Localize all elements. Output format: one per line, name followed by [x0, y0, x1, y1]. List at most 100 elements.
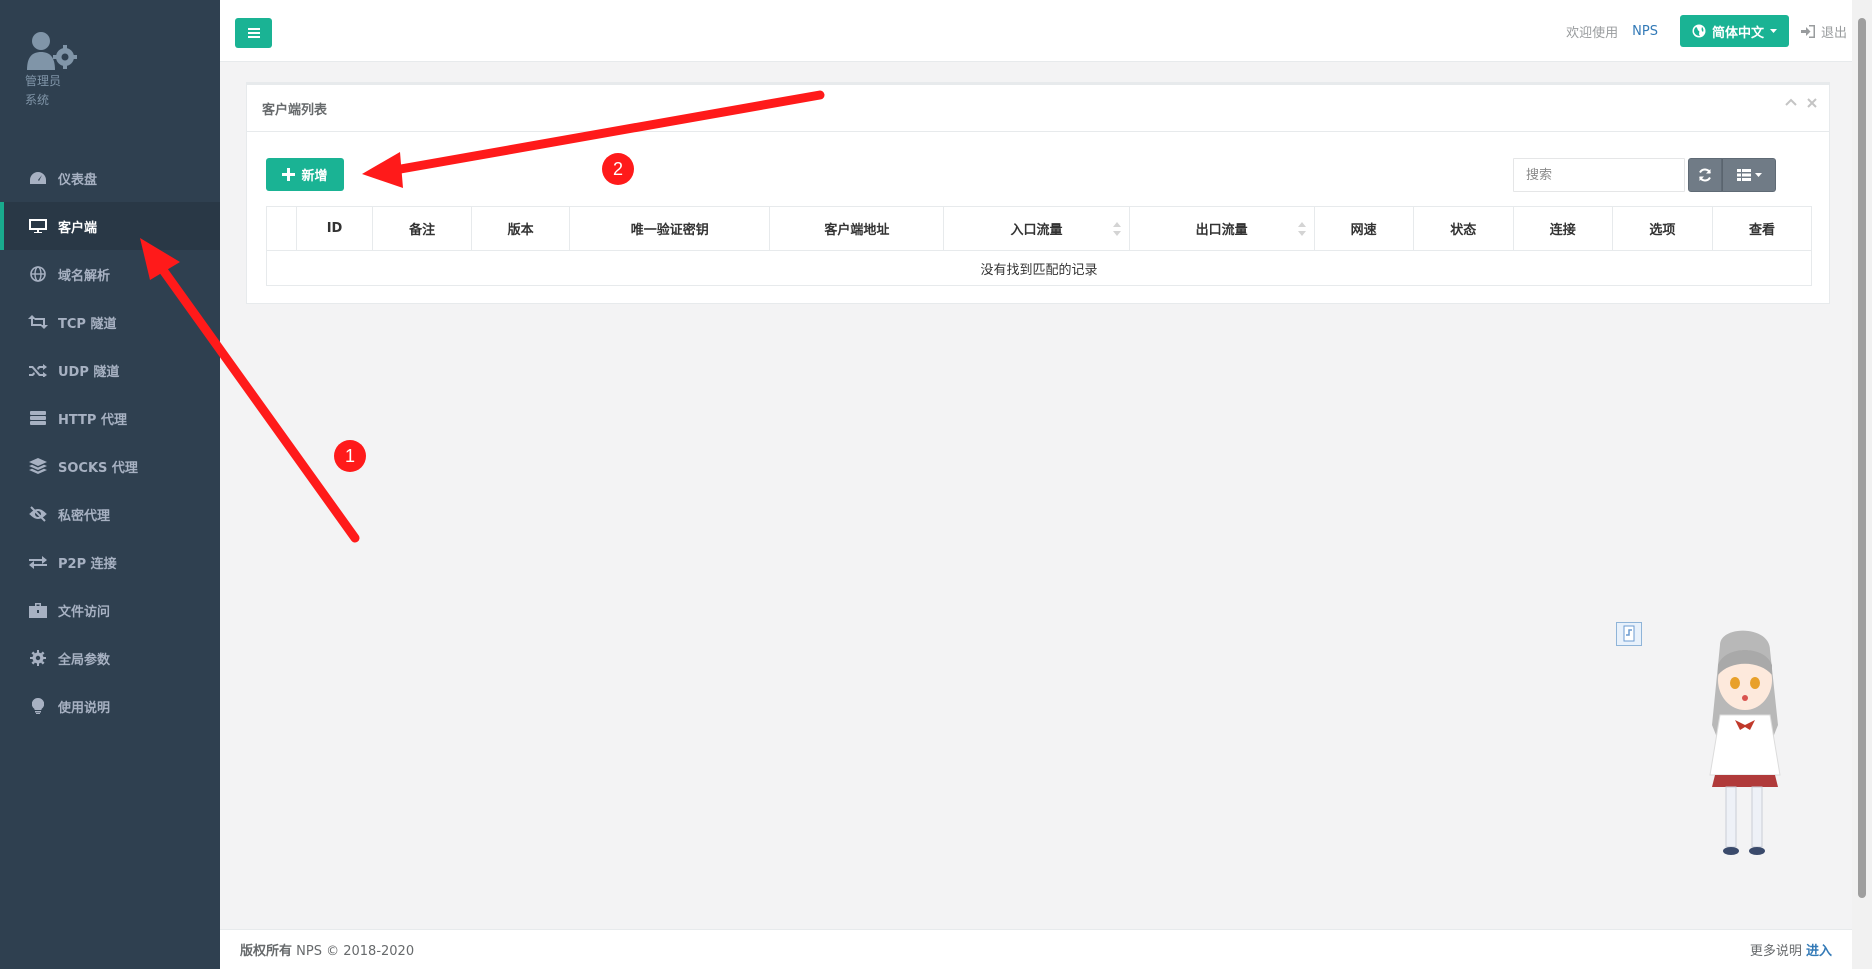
retweet-icon: [28, 314, 48, 330]
menu-toggle-button[interactable]: [235, 18, 272, 48]
table-header-row: ID 备注 版本 唯一验证密钥 客户端地址 入口流量 出口流量 网速 状态 连接…: [265, 206, 1813, 251]
caret-down-icon: [1769, 29, 1777, 33]
sidebar-item-label: 文件访问: [58, 604, 111, 620]
column-header-speed[interactable]: 网速: [1313, 206, 1414, 251]
sort-both-icon: [1297, 222, 1306, 236]
column-header-status[interactable]: 状态: [1412, 206, 1514, 251]
layers-icon: [28, 458, 48, 474]
add-button-label: 新增: [301, 169, 328, 184]
column-header-version[interactable]: 版本: [471, 206, 571, 251]
sidebar-item-dashboard[interactable]: 仪表盘: [0, 154, 220, 202]
language-dropdown-button[interactable]: 简体中文: [1679, 15, 1789, 47]
sidebar-item-label: 私密代理: [58, 508, 111, 524]
lightbulb-icon: [28, 698, 48, 714]
columns-grid-icon: [1736, 169, 1751, 181]
empty-message: 没有找到匹配的记录: [266, 250, 1812, 286]
sidebar-item-label: 使用说明: [58, 700, 111, 716]
random-icon: [28, 362, 48, 378]
caret-down-icon: [1754, 173, 1762, 177]
panel-header: 客户端列表: [247, 85, 1829, 132]
more-info-text: 更多说明: [1749, 944, 1802, 959]
refresh-button[interactable]: [1688, 158, 1722, 192]
logout-link[interactable]: 退出: [1800, 22, 1847, 41]
sidebar-item-label: SOCKS 代理: [58, 460, 138, 476]
eye-slash-icon: [28, 506, 48, 522]
column-header-connection[interactable]: 连接: [1512, 206, 1613, 251]
expand-column-header: [265, 206, 298, 251]
table-toolbar: [1688, 158, 1776, 192]
close-icon[interactable]: [1807, 98, 1817, 108]
sidebar-item-label: 全局参数: [58, 652, 111, 668]
annotation-marker-2: 2: [602, 153, 634, 185]
plus-icon: [282, 168, 296, 181]
globe-icon: [1692, 24, 1706, 38]
column-header-address[interactable]: 客户端地址: [769, 206, 945, 251]
sidebar-item-label: 客户端: [58, 220, 98, 236]
sidebar-item-files[interactable]: 文件访问: [0, 586, 220, 634]
sidebar-item-label: UDP 隧道: [58, 364, 120, 380]
vertical-scrollbar[interactable]: [1852, 0, 1872, 969]
copyright-bold: 版权所有: [240, 944, 293, 959]
sidebar-item-domain[interactable]: 域名解析: [0, 250, 220, 298]
sidebar-item-socks[interactable]: SOCKS 代理: [0, 442, 220, 490]
sidebar-item-label: P2P 连接: [58, 556, 117, 572]
column-header-inlet-flow[interactable]: 入口流量: [943, 206, 1130, 251]
sign-out-icon: [1800, 24, 1815, 38]
sort-both-icon: [1112, 222, 1121, 236]
column-header-options[interactable]: 选项: [1611, 206, 1713, 251]
nps-link[interactable]: NPS: [1632, 24, 1658, 39]
sidebar-item-udp[interactable]: UDP 隧道: [0, 346, 220, 394]
client-table: ID 备注 版本 唯一验证密钥 客户端地址 入口流量 出口流量 网速 状态 连接…: [265, 206, 1813, 286]
sidebar: 管理员 系统 仪表盘 客户端 域名解析 TCP 隧道 UDP 隧道 HTTP 代…: [0, 0, 220, 969]
columns-toggle-button[interactable]: [1722, 158, 1776, 192]
sidebar-item-tcp[interactable]: TCP 隧道: [0, 298, 220, 346]
profile-block: 管理员 系统: [0, 0, 220, 128]
panel-title: 客户端列表: [262, 102, 328, 118]
refresh-icon: [1699, 168, 1711, 182]
more-info-link[interactable]: 进入: [1806, 944, 1832, 959]
mascot-character-image[interactable]: [1690, 625, 1800, 865]
sidebar-item-help[interactable]: 使用说明: [0, 682, 220, 730]
sidebar-item-label: 域名解析: [58, 268, 111, 284]
column-header-id[interactable]: ID: [296, 206, 374, 251]
more-info: 更多说明 进入: [1750, 940, 1832, 959]
top-right-area: 欢迎使用 NPS 简体中文 退出: [1566, 14, 1847, 48]
scrollbar-thumb[interactable]: [1858, 18, 1866, 898]
globe-icon: [28, 266, 48, 282]
user-role: 系统: [25, 93, 50, 107]
column-label: 出口流量: [1195, 223, 1248, 238]
exchange-icon: [28, 554, 48, 570]
panel-tools: [1785, 98, 1817, 108]
hamburger-icon: [247, 28, 260, 38]
live2d-toolbar-icon[interactable]: [1616, 622, 1642, 646]
collapse-chevron-up-icon[interactable]: [1785, 98, 1797, 106]
gear-icon: [28, 650, 48, 666]
search-input[interactable]: [1513, 158, 1685, 192]
logout-label: 退出: [1820, 25, 1847, 41]
user-name: 管理员: [25, 74, 62, 88]
annotation-marker-1: 1: [334, 440, 366, 472]
sidebar-item-global[interactable]: 全局参数: [0, 634, 220, 682]
column-header-vkey[interactable]: 唯一验证密钥: [569, 206, 771, 251]
copyright-text: NPS © 2018-2020: [296, 944, 415, 959]
sidebar-item-p2p[interactable]: P2P 连接: [0, 538, 220, 586]
briefcase-icon: [28, 602, 48, 618]
table-row: 没有找到匹配的记录: [266, 250, 1812, 286]
client-list-panel: 客户端列表 新增 ID 备注 版本 唯一验证密钥 客户端地址: [246, 82, 1830, 304]
sidebar-item-secret[interactable]: 私密代理: [0, 490, 220, 538]
footer: 版权所有 NPS © 2018-2020 更多说明 进入: [220, 929, 1852, 969]
add-client-button[interactable]: 新增: [266, 158, 344, 191]
top-navbar: 欢迎使用 NPS 简体中文 退出: [220, 0, 1872, 62]
sidebar-item-http[interactable]: HTTP 代理: [0, 394, 220, 442]
user-gear-icon: [25, 30, 79, 72]
monitor-icon: [28, 218, 48, 234]
language-label: 简体中文: [1711, 25, 1764, 41]
column-header-export-flow[interactable]: 出口流量: [1128, 206, 1315, 251]
sidebar-item-label: 仪表盘: [58, 172, 98, 188]
copyright: 版权所有 NPS © 2018-2020: [240, 940, 414, 959]
server-icon: [28, 410, 48, 426]
column-header-view[interactable]: 查看: [1711, 206, 1813, 251]
column-header-remark[interactable]: 备注: [372, 206, 473, 251]
sidebar-item-label: TCP 隧道: [58, 316, 117, 332]
sidebar-item-clients[interactable]: 客户端: [0, 202, 220, 250]
